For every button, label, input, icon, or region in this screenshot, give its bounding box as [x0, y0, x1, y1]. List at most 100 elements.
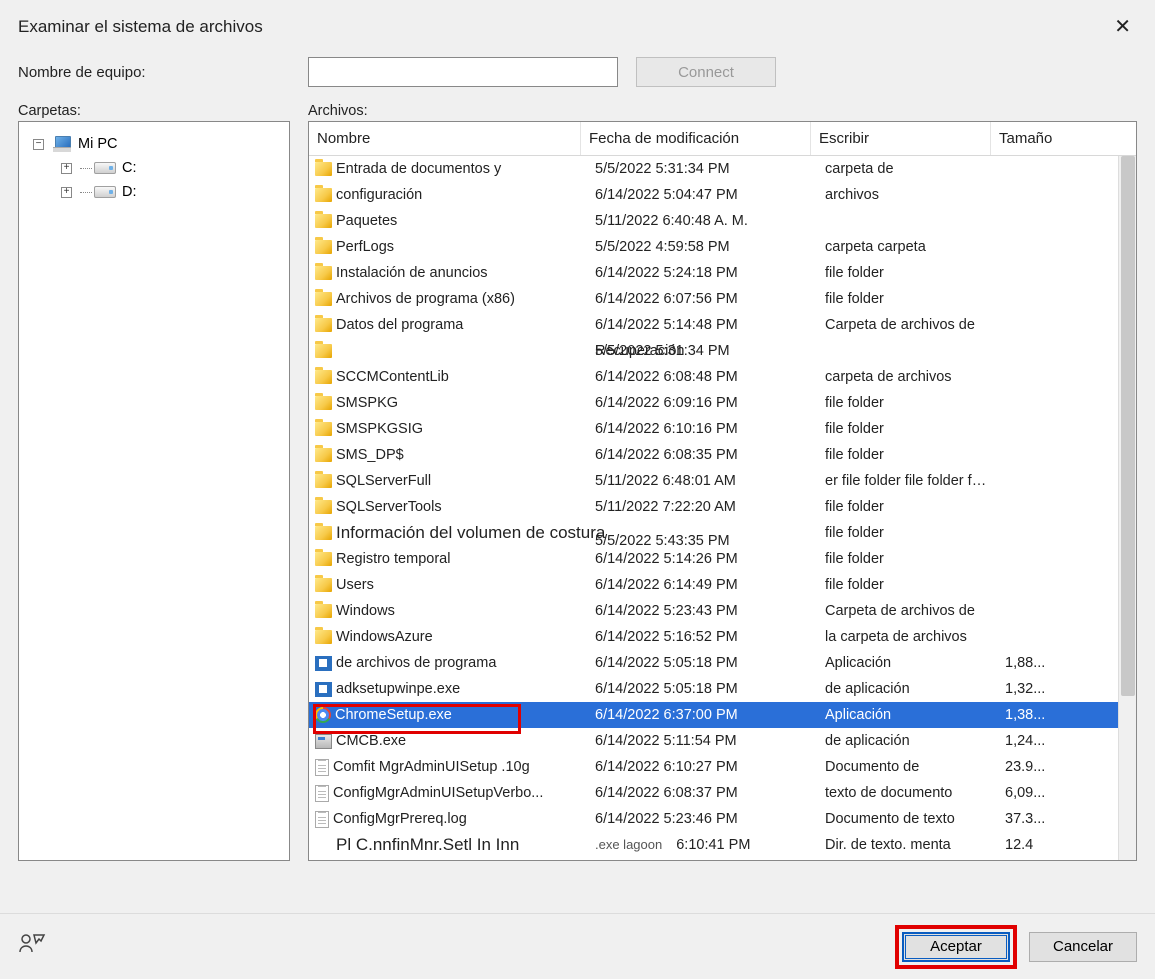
- file-name: Instalación de anuncios: [336, 265, 488, 281]
- file-row[interactable]: PerfLogs5/5/2022 4:59:58 PMcarpeta carpe…: [309, 234, 1118, 260]
- file-row[interactable]: Paquetes5/11/2022 6:40:48 A. M.: [309, 208, 1118, 234]
- file-row[interactable]: Instalación de anuncios 6/14/2022 5:24:18…: [309, 260, 1118, 286]
- file-date-cell: 5/11/2022 6:48:01 AM: [587, 473, 817, 489]
- computer-name-input[interactable]: [308, 57, 618, 87]
- file-row[interactable]: configuración6/14/2022 5:04:47 PMarchivo…: [309, 182, 1118, 208]
- file-type-cell: carpeta carpeta: [817, 239, 997, 255]
- file-name: Entrada de documentos y: [336, 161, 501, 177]
- column-type[interactable]: Escribir: [811, 122, 991, 155]
- application-icon: [315, 734, 332, 749]
- file-row[interactable]: SMS_DP$6/14/2022 6:08:35 PMfile folder: [309, 442, 1118, 468]
- file-row[interactable]: SQLServerTools5/11/2022 7:22:20 AMfile f…: [309, 494, 1118, 520]
- file-name-cell: SMSPKGSIG: [315, 421, 587, 437]
- main-panels: − Mi PC + C: + D: Nombre Fecha de modifi…: [0, 121, 1155, 913]
- folder-icon: [315, 214, 332, 228]
- ok-button[interactable]: Aceptar: [902, 932, 1010, 962]
- file-list[interactable]: Entrada de documentos y5/5/2022 5:31:34 …: [309, 156, 1118, 860]
- file-name: ConfigMgrAdminUISetupVerbo...: [333, 785, 543, 801]
- file-type-cell: file folder: [817, 265, 997, 281]
- folder-tree[interactable]: − Mi PC + C: + D:: [18, 121, 290, 861]
- file-type-cell: file folder: [817, 577, 997, 593]
- file-name-cell: Archivos de programa (x86): [315, 291, 587, 307]
- document-icon: [315, 811, 329, 828]
- file-date-cell: 6/14/2022 5:23:46 PM: [587, 811, 817, 827]
- file-name-cell: Comfit MgrAdminUISetup .10g: [315, 759, 587, 776]
- file-row[interactable]: CMCB.exe6/14/2022 5:11:54 PMde aplicació…: [309, 728, 1118, 754]
- folders-label: Carpetas:: [18, 103, 308, 119]
- tree-item-drive-c[interactable]: + C:: [23, 156, 285, 180]
- file-row[interactable]: Entrada de documentos y5/5/2022 5:31:34 …: [309, 156, 1118, 182]
- file-size-cell: 12.4: [997, 837, 1061, 853]
- tree-item-mypc[interactable]: − Mi PC: [23, 132, 285, 156]
- expand-icon[interactable]: +: [61, 163, 72, 174]
- file-row[interactable]: adksetupwinpe.exe6/14/2022 5:05:18 PMde …: [309, 676, 1118, 702]
- file-row[interactable]: Archivos de programa (x86)6/14/2022 6:07…: [309, 286, 1118, 312]
- chrome-icon: [315, 707, 331, 723]
- connect-row: Nombre de equipo: Connect: [0, 47, 1155, 97]
- file-name: ChromeSetup.exe: [335, 707, 452, 723]
- column-size[interactable]: Tamaño: [991, 122, 1055, 155]
- folder-icon: [315, 318, 332, 332]
- tree-label: D:: [122, 184, 137, 200]
- file-name-cell: Pl C.nnfinMnr.Setl In Inn: [315, 835, 587, 855]
- expand-icon[interactable]: +: [61, 187, 72, 198]
- scrollbar-thumb[interactable]: [1121, 156, 1135, 696]
- file-date-cell: 6/14/2022 5:05:18 PM: [587, 681, 817, 697]
- drive-icon: [94, 162, 116, 174]
- folder-icon: [315, 630, 332, 644]
- column-name[interactable]: Nombre: [309, 122, 581, 155]
- file-type-cell: de aplicación: [817, 681, 997, 697]
- folder-icon: [315, 370, 332, 384]
- file-row[interactable]: SQLServerFull5/11/2022 6:48:01 AMer file…: [309, 468, 1118, 494]
- file-column-headers[interactable]: Nombre Fecha de modificación Escribir Ta…: [309, 122, 1136, 156]
- file-name: SQLServerTools: [336, 499, 442, 515]
- file-date-cell: 6/14/2022 5:24:18 PM: [587, 265, 817, 281]
- file-size-cell: 1,24...: [997, 733, 1061, 749]
- file-row[interactable]: Registro temporal6/14/2022 5:14:26 PMfil…: [309, 546, 1118, 572]
- folder-icon: [315, 396, 332, 410]
- file-type-cell: Documento de: [817, 759, 997, 775]
- file-date-cell: 5/5/2022 4:59:58 PM: [587, 239, 817, 255]
- file-size-cell: 37.3...: [997, 811, 1061, 827]
- file-row[interactable]: SCCMContentLib6/14/2022 6:08:48 PMcarpet…: [309, 364, 1118, 390]
- file-row[interactable]: ChromeSetup.exe6/14/2022 6:37:00 PMAplic…: [309, 702, 1118, 728]
- file-row[interactable]: WindowsAzure6/14/2022 5:16:52 PMla carpe…: [309, 624, 1118, 650]
- file-date-cell: .exe lagoon6:10:41 PM: [587, 837, 817, 853]
- close-icon[interactable]: ✕: [1108, 14, 1137, 39]
- scrollbar-vertical[interactable]: [1118, 156, 1136, 860]
- file-name: Registro temporal: [336, 551, 450, 567]
- feedback-icon[interactable]: [18, 930, 46, 963]
- file-date-cell: 5/11/2022 6:40:48 A. M.: [587, 213, 817, 229]
- file-row[interactable]: Windows6/14/2022 5:23:43 PMCarpeta de ar…: [309, 598, 1118, 624]
- file-date-cell: 6/14/2022 5:05:18 PM: [587, 655, 817, 671]
- file-row[interactable]: Información del volumen de costura5/5/20…: [309, 520, 1118, 546]
- file-size-cell: 6,09...: [997, 785, 1061, 801]
- tree-item-drive-d[interactable]: + D:: [23, 180, 285, 204]
- file-type-cell: carpeta de: [817, 161, 997, 177]
- file-row[interactable]: Comfit MgrAdminUISetup .10g6/14/2022 6:1…: [309, 754, 1118, 780]
- file-row[interactable]: SMSPKG6/14/2022 6:09:16 PMfile folder: [309, 390, 1118, 416]
- collapse-icon[interactable]: −: [33, 139, 44, 150]
- file-row[interactable]: ConfigMgrAdminUISetupVerbo...6/14/2022 6…: [309, 780, 1118, 806]
- folder-icon: [315, 578, 332, 592]
- file-name: SCCMContentLib: [336, 369, 449, 385]
- file-row[interactable]: ConfigMgrPrereq.log6/14/2022 5:23:46 PMD…: [309, 806, 1118, 832]
- file-date-cell: 6/14/2022 5:16:52 PM: [587, 629, 817, 645]
- file-name-cell: Windows: [315, 603, 587, 619]
- file-name-cell: CMCB.exe: [315, 733, 587, 749]
- file-row[interactable]: Pl C.nnfinMnr.Setl In Inn.exe lagoon6:10…: [309, 832, 1118, 858]
- file-row[interactable]: de archivos de programa 6/14/2022 5:05:18…: [309, 650, 1118, 676]
- file-row[interactable]: Users6/14/2022 6:14:49 PMfile folder: [309, 572, 1118, 598]
- cancel-button[interactable]: Cancelar: [1029, 932, 1137, 962]
- file-name: de archivos de programa: [336, 655, 496, 671]
- file-name-cell: PerfLogs: [315, 239, 587, 255]
- file-type-cell: file folder: [817, 499, 997, 515]
- file-row[interactable]: Recuperación5/5/2022 5:31:34 PM: [309, 338, 1118, 364]
- file-size-cell: 1,32...: [997, 681, 1061, 697]
- file-row[interactable]: SMSPKGSIG6/14/2022 6:10:16 PMfile folder: [309, 416, 1118, 442]
- file-date-cell: Recuperación5/5/2022 5:31:34 PM: [587, 343, 817, 359]
- file-row[interactable]: Datos del programa6/14/2022 5:14:48 PMCa…: [309, 312, 1118, 338]
- folder-icon: [315, 292, 332, 306]
- file-type-cell: file folder: [817, 525, 997, 541]
- column-modified[interactable]: Fecha de modificación: [581, 122, 811, 155]
